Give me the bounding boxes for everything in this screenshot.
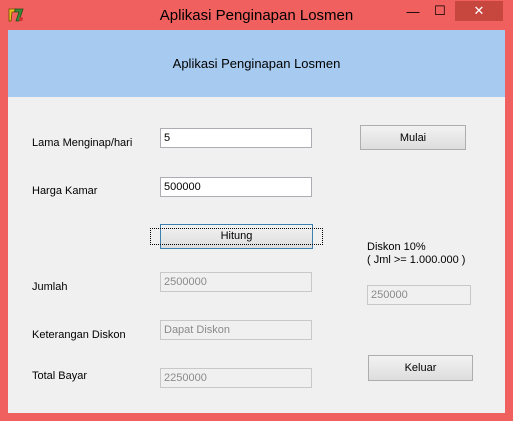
app-window: Aplikasi Penginapan Losmen — ☐ ✕ Aplikas… [0, 0, 513, 421]
close-button[interactable]: ✕ [455, 1, 503, 21]
maximize-icon: ☐ [434, 3, 446, 18]
hitung-button-label: Hitung [149, 228, 324, 245]
diskon-condition-label: ( Jml >= 1.000.000 ) [367, 254, 466, 266]
form-client-area: Aplikasi Penginapan Losmen Lama Menginap… [8, 30, 505, 413]
lama-menginap-label: Lama Menginap/hari [32, 137, 133, 149]
jumlah-output [160, 272, 312, 292]
minimize-button[interactable]: — [400, 1, 426, 21]
close-icon: ✕ [473, 3, 485, 18]
total-bayar-output [160, 368, 312, 388]
header-banner: Aplikasi Penginapan Losmen [8, 30, 505, 97]
diskon-output [367, 285, 471, 305]
mulai-button[interactable]: Mulai [360, 125, 466, 150]
total-bayar-label: Total Bayar [32, 370, 88, 382]
title-bar[interactable]: Aplikasi Penginapan Losmen — ☐ ✕ [0, 0, 513, 30]
keluar-button[interactable]: Keluar [368, 355, 473, 381]
hitung-button[interactable]: Hitung [149, 224, 324, 249]
harga-kamar-label: Harga Kamar [32, 185, 98, 197]
harga-kamar-input[interactable] [160, 177, 312, 197]
banner-title: Aplikasi Penginapan Losmen [172, 56, 341, 71]
keterangan-diskon-output [160, 320, 312, 340]
maximize-button[interactable]: ☐ [427, 1, 453, 21]
jumlah-label: Jumlah [32, 281, 68, 293]
diskon-label: Diskon 10% [367, 241, 426, 253]
keterangan-diskon-label: Keterangan Diskon [32, 329, 126, 341]
minimize-icon: — [406, 3, 420, 19]
lama-menginap-input[interactable] [160, 128, 312, 148]
